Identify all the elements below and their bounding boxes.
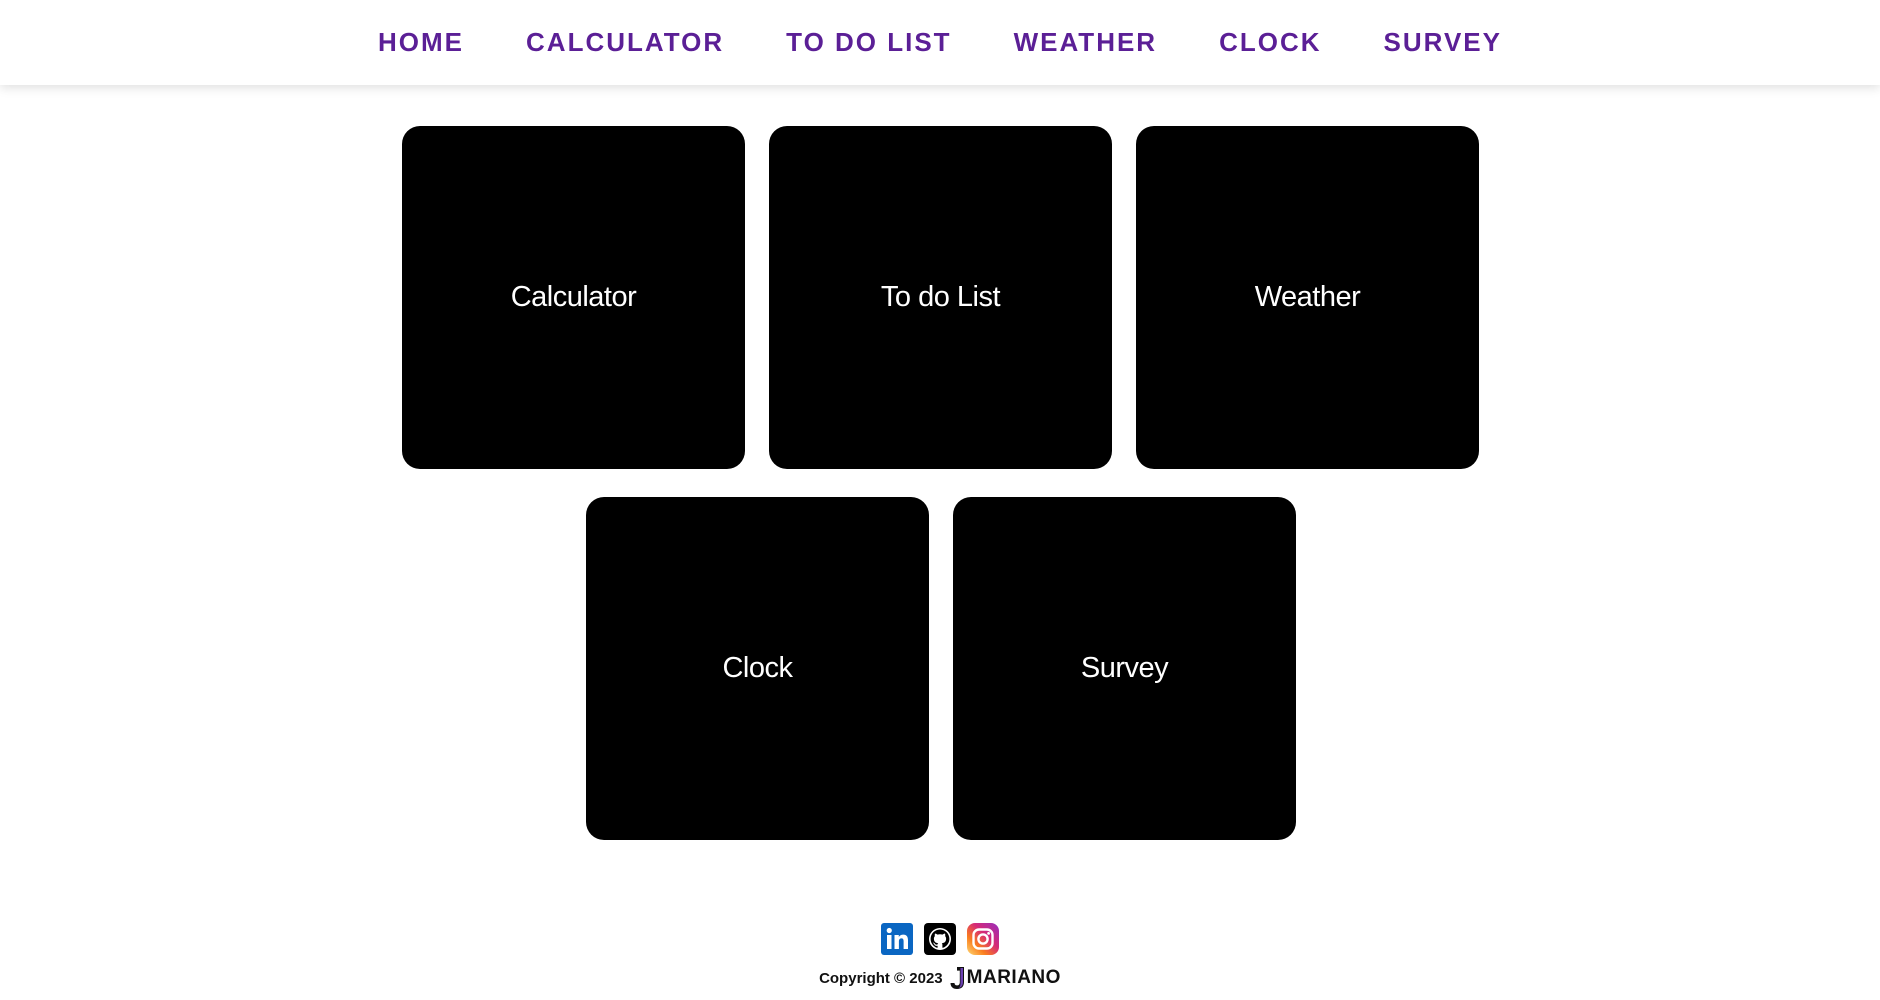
survey-card-label: Survey [1080,652,1169,684]
survey-card[interactable]: Survey [953,497,1296,840]
nav-calculator-link[interactable]: CALCULATOR [526,27,724,57]
brand-logo: MARIANO [949,966,1061,990]
todo-list-card[interactable]: To do List [769,126,1112,469]
nav-clock-link[interactable]: CLOCK [1219,27,1321,57]
brand-j-icon [950,967,964,989]
nav-home-link[interactable]: HOME [378,27,464,57]
weather-card[interactable]: Weather [1136,126,1479,469]
nav-survey-link[interactable]: SURVEY [1384,27,1502,57]
clock-card-label: Clock [722,652,793,684]
nav-todo-list-link[interactable]: TO DO LIST [786,27,951,57]
copyright-text: Copyright © 2023 [819,969,943,987]
weather-card-label: Weather [1254,281,1361,313]
linkedin-icon[interactable] [881,923,913,955]
footer: Copyright © 2023 MARIANO [0,966,1880,990]
instagram-icon[interactable] [967,923,999,955]
nav-list: HOME CALCULATOR TO DO LIST WEATHER CLOCK… [378,27,1502,58]
clock-card[interactable]: Clock [586,497,929,840]
calculator-card[interactable]: Calculator [402,126,745,469]
todo-list-card-label: To do List [880,281,1001,313]
nav-weather-link[interactable]: WEATHER [1014,27,1158,57]
social-links [0,923,1880,955]
github-icon[interactable] [924,923,956,955]
top-navbar: HOME CALCULATOR TO DO LIST WEATHER CLOCK… [0,0,1880,85]
brand-name: MARIANO [966,967,1061,988]
calculator-card-label: Calculator [510,281,637,313]
